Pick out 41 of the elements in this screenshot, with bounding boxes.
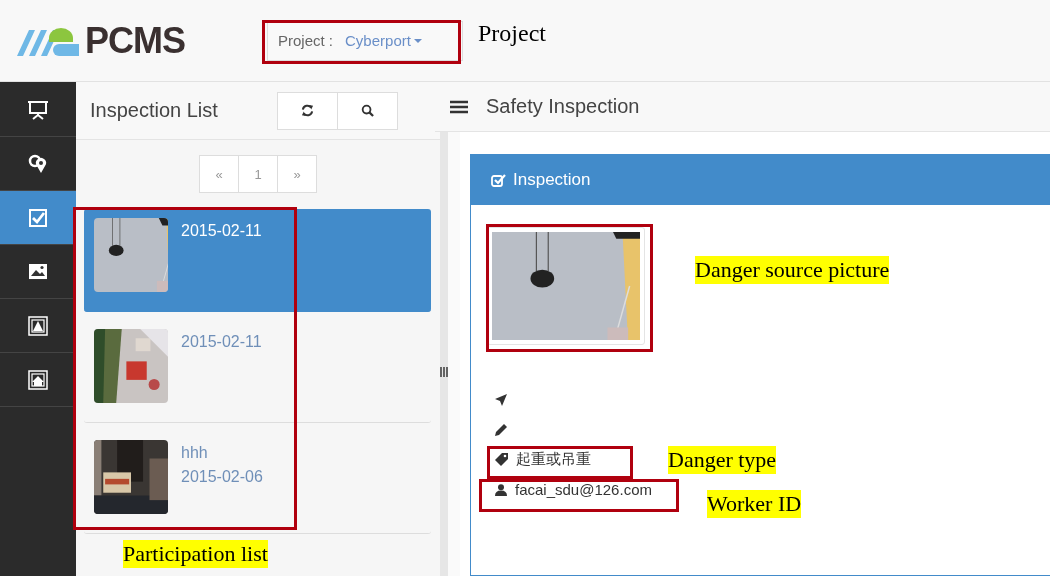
list-item[interactable]: hhh 2015-02-06 xyxy=(84,431,431,534)
list-item[interactable]: 2015-02-11 xyxy=(84,320,431,423)
tag-icon xyxy=(495,453,508,466)
caret-icon xyxy=(413,38,422,43)
page-title: Safety Inspection xyxy=(486,95,640,118)
annotation-label: Worker ID xyxy=(707,490,802,518)
image-icon xyxy=(28,261,48,282)
sidebar-item[interactable] xyxy=(0,191,76,245)
logo-icon xyxy=(15,25,81,56)
grip-icon xyxy=(440,367,448,377)
presentation-icon xyxy=(28,99,48,120)
item-date: 2015-02-11 xyxy=(181,222,262,240)
item-date: 2015-02-06 xyxy=(181,468,263,486)
worker-id-text: facai_sdu@126.com xyxy=(515,481,652,498)
location-arrow-icon xyxy=(495,393,507,406)
list-item[interactable]: 2015-02-11 xyxy=(84,209,431,312)
home-image-icon xyxy=(28,369,48,390)
annotation-label: Participation list xyxy=(123,540,268,568)
next-page-button[interactable]: » xyxy=(277,155,317,193)
danger-type-text: 起重或吊重 xyxy=(516,450,591,469)
checkbox-icon xyxy=(491,173,506,187)
menu-icon[interactable] xyxy=(450,99,468,114)
logo-text: PCMS xyxy=(85,19,185,62)
page-button[interactable]: 1 xyxy=(238,155,278,193)
annotation-label: Danger type xyxy=(668,446,777,474)
annotation-label: Danger source picture xyxy=(695,256,890,284)
previous-page-button[interactable]: « xyxy=(199,155,239,193)
card-title: Inspection xyxy=(513,170,591,190)
checkbox-icon xyxy=(28,207,48,228)
refresh-icon xyxy=(300,104,314,117)
annotation-label: Project xyxy=(478,19,546,47)
user-icon xyxy=(495,483,507,496)
pencil-icon xyxy=(495,423,507,436)
search-icon xyxy=(360,104,374,117)
item-title: hhh xyxy=(181,444,209,462)
refresh-button[interactable] xyxy=(276,91,338,130)
panel-title: Inspection List xyxy=(90,99,218,122)
item-date: 2015-02-11 xyxy=(181,333,262,351)
search-button[interactable] xyxy=(336,91,398,130)
map-pin-icon xyxy=(28,153,48,174)
warning-image-icon xyxy=(28,315,48,336)
